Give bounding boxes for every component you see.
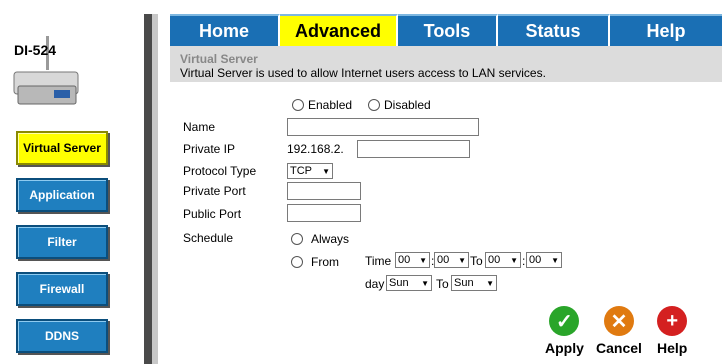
always-label: Always [311, 232, 350, 246]
time-end-hour-select[interactable]: 00 ▼ [485, 252, 521, 268]
chevron-down-icon: ▼ [421, 278, 429, 288]
day-to-label: To [436, 277, 449, 291]
tab-tools[interactable]: Tools [398, 14, 498, 46]
time-end-min-select[interactable]: 00 ▼ [526, 252, 562, 268]
device-model: DI-524 [14, 42, 57, 58]
day-start-select[interactable]: Sun ▼ [386, 275, 432, 291]
day-start-value: Sun [389, 277, 409, 289]
disabled-option[interactable]: Disabled [368, 98, 431, 112]
divider-light [152, 14, 158, 364]
sidebar-item-virtual-server[interactable]: Virtual Server [16, 131, 108, 165]
private-ip-label: Private IP [183, 142, 236, 156]
disabled-label: Disabled [384, 98, 431, 112]
day-end-value: Sun [454, 277, 474, 289]
router-admin-page: DI-524 Virtual Server Application Filter… [0, 0, 722, 364]
chevron-down-icon: ▼ [510, 255, 518, 265]
divider [144, 14, 152, 364]
always-option[interactable]: Always [291, 232, 349, 246]
sidebar: DI-524 Virtual Server Application Filter… [0, 0, 144, 364]
chevron-down-icon: ▼ [322, 166, 330, 176]
disabled-radio[interactable] [368, 99, 380, 111]
checkmark-icon: ✓ [549, 306, 580, 336]
time-label: Time [365, 254, 392, 268]
tab-advanced[interactable]: Advanced [280, 14, 398, 46]
help-button[interactable]: + Help [657, 306, 687, 356]
from-label: From [311, 255, 339, 269]
chevron-down-icon: ▼ [419, 255, 427, 265]
tab-help[interactable]: Help [610, 14, 722, 46]
cancel-button[interactable]: ✕ Cancel [596, 306, 642, 356]
day-end-select[interactable]: Sun ▼ [451, 275, 497, 291]
section-title: Virtual Server [180, 52, 258, 66]
private-ip-field[interactable] [357, 140, 470, 158]
chevron-down-icon: ▼ [486, 278, 494, 288]
name-label: Name [183, 120, 216, 134]
day-label: day [365, 277, 385, 291]
time-to-label: To [470, 254, 483, 268]
section-description: Virtual Server is used to allow Internet… [180, 66, 546, 80]
tab-home[interactable]: Home [170, 14, 280, 46]
enabled-option[interactable]: Enabled [292, 98, 352, 112]
plus-icon: + [657, 306, 688, 336]
time-end-hour-value: 00 [488, 254, 501, 266]
time-start-min-value: 00 [437, 254, 450, 266]
enabled-label: Enabled [308, 98, 353, 112]
public-port-field[interactable] [287, 204, 361, 222]
time-start-hour-select[interactable]: 00 ▼ [395, 252, 430, 268]
section-header: Virtual Server Virtual Server is used to… [170, 46, 722, 82]
apply-label: Apply [545, 340, 584, 356]
sidebar-item-firewall[interactable]: Firewall [16, 272, 108, 306]
private-port-label: Private Port [183, 184, 246, 198]
enabled-radio[interactable] [292, 99, 304, 111]
chevron-down-icon: ▼ [458, 255, 466, 265]
time-start-min-select[interactable]: 00 ▼ [434, 252, 469, 268]
always-radio[interactable] [291, 233, 303, 245]
help-label: Help [657, 340, 688, 356]
public-port-label: Public Port [183, 207, 242, 221]
private-port-field[interactable] [287, 182, 361, 200]
from-option[interactable]: From [291, 255, 339, 269]
chevron-down-icon: ▼ [551, 255, 559, 265]
private-ip-prefix: 192.168.2. [287, 142, 344, 156]
time-end-min-value: 00 [529, 254, 542, 266]
schedule-label: Schedule [183, 231, 234, 245]
protocol-type-label: Protocol Type [183, 164, 257, 178]
from-radio[interactable] [291, 256, 303, 268]
protocol-select[interactable]: TCP ▼ [287, 163, 333, 179]
protocol-value: TCP [290, 165, 312, 177]
sidebar-item-ddns[interactable]: DDNS [16, 319, 108, 353]
cancel-label: Cancel [596, 340, 642, 356]
apply-button[interactable]: ✓ Apply [545, 306, 584, 356]
top-tabs: Home Advanced Tools Status Help [170, 14, 722, 46]
tab-status[interactable]: Status [498, 14, 610, 46]
time-start-hour-value: 00 [398, 254, 411, 266]
cancel-x-icon: ✕ [603, 306, 634, 336]
name-field[interactable] [287, 118, 479, 136]
sidebar-item-application[interactable]: Application [16, 178, 108, 212]
sidebar-item-filter[interactable]: Filter [16, 225, 108, 259]
time-end-colon: : [522, 254, 526, 268]
